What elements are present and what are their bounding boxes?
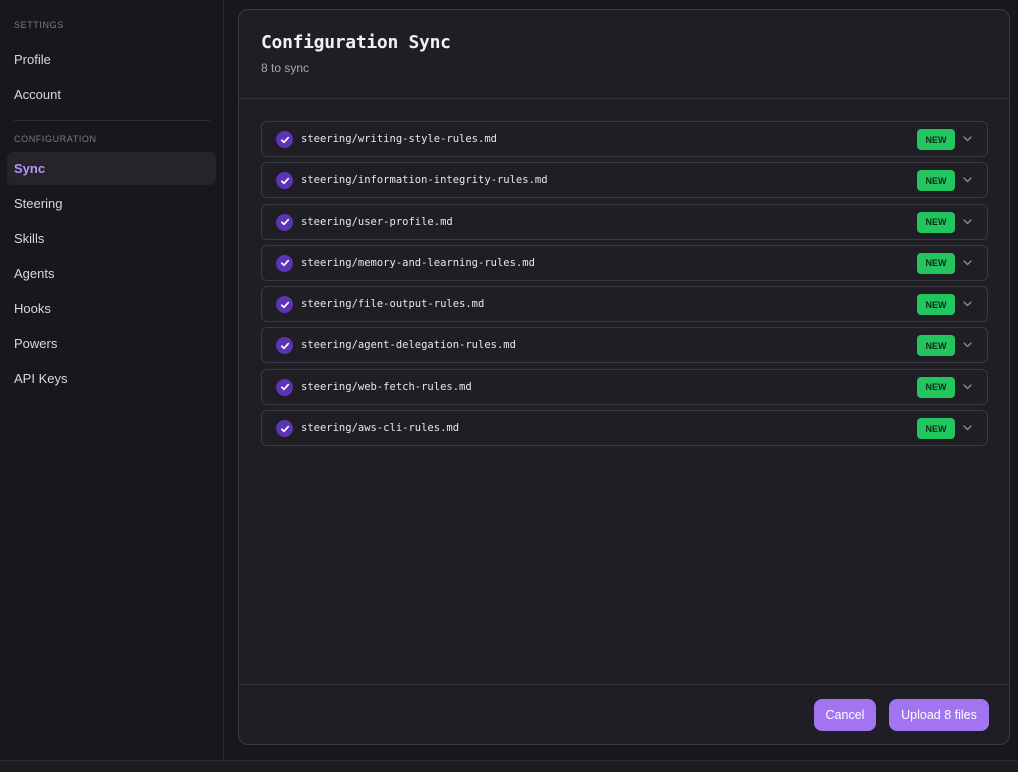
- footer-divider: [239, 684, 1009, 685]
- checkbox-checked[interactable]: [276, 420, 293, 438]
- sidebar-item-steering[interactable]: Steering: [7, 187, 216, 220]
- sidebar: SETTINGS Profile Account CONFIGURATION S…: [0, 0, 224, 760]
- expand-button[interactable]: [961, 422, 973, 434]
- sidebar-item-profile[interactable]: Profile: [7, 43, 216, 76]
- status-badge: NEW: [917, 252, 955, 274]
- checkmark-icon: [280, 218, 289, 226]
- checkbox-checked[interactable]: [276, 213, 293, 231]
- configuration-sync-panel: Configuration Sync 8 to sync steering/wr…: [238, 9, 1010, 745]
- file-row[interactable]: steering/writing-style-rules.md NEW: [261, 121, 988, 157]
- page-title: Configuration Sync: [261, 32, 451, 53]
- status-badge: NEW: [917, 170, 955, 192]
- sidebar-item-agents[interactable]: Agents: [7, 257, 216, 290]
- file-path: steering/aws-cli-rules.md: [301, 422, 460, 435]
- sidebar-item-label: Sync: [14, 161, 46, 176]
- checkbox-checked[interactable]: [276, 131, 293, 148]
- sidebar-item-label: Powers: [14, 336, 58, 351]
- chevron-down-icon: [962, 384, 972, 389]
- checkmark-icon: [280, 177, 289, 184]
- sidebar-item-label: Account: [14, 87, 61, 102]
- checkmark-icon: [280, 384, 289, 391]
- sidebar-item-label: API Keys: [14, 371, 68, 386]
- expand-button[interactable]: [961, 257, 973, 269]
- file-path: steering/information-integrity-rules.md: [301, 174, 548, 187]
- checkmark-icon: [280, 342, 289, 350]
- chevron-down-icon: [962, 260, 972, 266]
- chevron-down-icon: [962, 218, 972, 224]
- file-row[interactable]: steering/aws-cli-rules.md NEW: [261, 410, 988, 447]
- status-badge: NEW: [917, 335, 955, 357]
- expand-button[interactable]: [961, 298, 973, 310]
- sidebar-item-sync[interactable]: Sync: [7, 152, 216, 185]
- status-badge: NEW: [917, 211, 955, 233]
- checkmark-icon: [280, 301, 289, 308]
- sidebar-item-label: Steering: [14, 196, 63, 211]
- sync-count: 8 to sync: [261, 61, 310, 75]
- file-row[interactable]: steering/agent-delegation-rules.md NEW: [261, 327, 988, 364]
- chevron-down-icon: [962, 342, 972, 348]
- checkbox-checked[interactable]: [276, 172, 293, 190]
- file-row[interactable]: steering/file-output-rules.md NEW: [261, 286, 988, 323]
- app-window: SETTINGS Profile Account CONFIGURATION S…: [0, 0, 1018, 772]
- section-label-configuration: CONFIGURATION: [14, 134, 97, 144]
- file-path: steering/web-fetch-rules.md: [301, 380, 472, 393]
- section-label-settings: SETTINGS: [14, 20, 64, 30]
- sidebar-item-hooks[interactable]: Hooks: [7, 292, 216, 325]
- expand-button[interactable]: [961, 381, 973, 393]
- file-row[interactable]: steering/memory-and-learning-rules.md NE…: [261, 244, 988, 281]
- expand-button[interactable]: [961, 216, 973, 228]
- file-path: steering/memory-and-learning-rules.md: [301, 256, 535, 269]
- file-path: steering/file-output-rules.md: [301, 298, 485, 311]
- file-row[interactable]: steering/user-profile.md NEW: [261, 203, 988, 240]
- chevron-down-icon: [962, 177, 972, 183]
- status-badge: NEW: [917, 294, 955, 316]
- bottom-bar: [0, 760, 1018, 772]
- file-row[interactable]: steering/information-integrity-rules.md …: [261, 162, 988, 199]
- expand-button[interactable]: [961, 339, 973, 351]
- file-path: steering/agent-delegation-rules.md: [301, 339, 516, 352]
- chevron-down-icon: [962, 136, 972, 142]
- file-list: steering/writing-style-rules.md NEW stee…: [261, 121, 988, 451]
- chevron-down-icon: [962, 301, 972, 307]
- expand-button[interactable]: [961, 174, 973, 186]
- sidebar-item-powers[interactable]: Powers: [7, 327, 216, 360]
- checkmark-icon: [280, 425, 289, 432]
- checkmark-icon: [280, 260, 289, 267]
- checkbox-checked[interactable]: [276, 378, 293, 396]
- sidebar-item-label: Hooks: [14, 301, 51, 316]
- sidebar-item-label: Profile: [14, 52, 51, 67]
- checkbox-checked[interactable]: [276, 337, 293, 355]
- cancel-button[interactable]: Cancel: [814, 699, 876, 731]
- sidebar-item-skills[interactable]: Skills: [7, 222, 216, 255]
- checkbox-checked[interactable]: [276, 254, 293, 272]
- status-badge: NEW: [917, 376, 955, 398]
- sidebar-item-api-keys[interactable]: API Keys: [7, 362, 216, 395]
- status-badge: NEW: [917, 129, 955, 150]
- checkmark-icon: [280, 136, 289, 143]
- checkbox-checked[interactable]: [276, 296, 293, 314]
- sidebar-item-label: Agents: [14, 266, 55, 281]
- expand-button[interactable]: [961, 133, 973, 145]
- sidebar-divider: [14, 120, 210, 121]
- upload-files-button[interactable]: Upload 8 files: [889, 699, 989, 731]
- sidebar-item-account[interactable]: Account: [7, 78, 216, 111]
- sidebar-item-label: Skills: [14, 231, 45, 246]
- status-badge: NEW: [917, 418, 955, 440]
- file-row[interactable]: steering/web-fetch-rules.md NEW: [261, 368, 988, 405]
- file-path: steering/writing-style-rules.md: [301, 133, 497, 145]
- header-divider: [239, 98, 1009, 99]
- chevron-down-icon: [962, 425, 972, 431]
- file-path: steering/user-profile.md: [301, 215, 453, 228]
